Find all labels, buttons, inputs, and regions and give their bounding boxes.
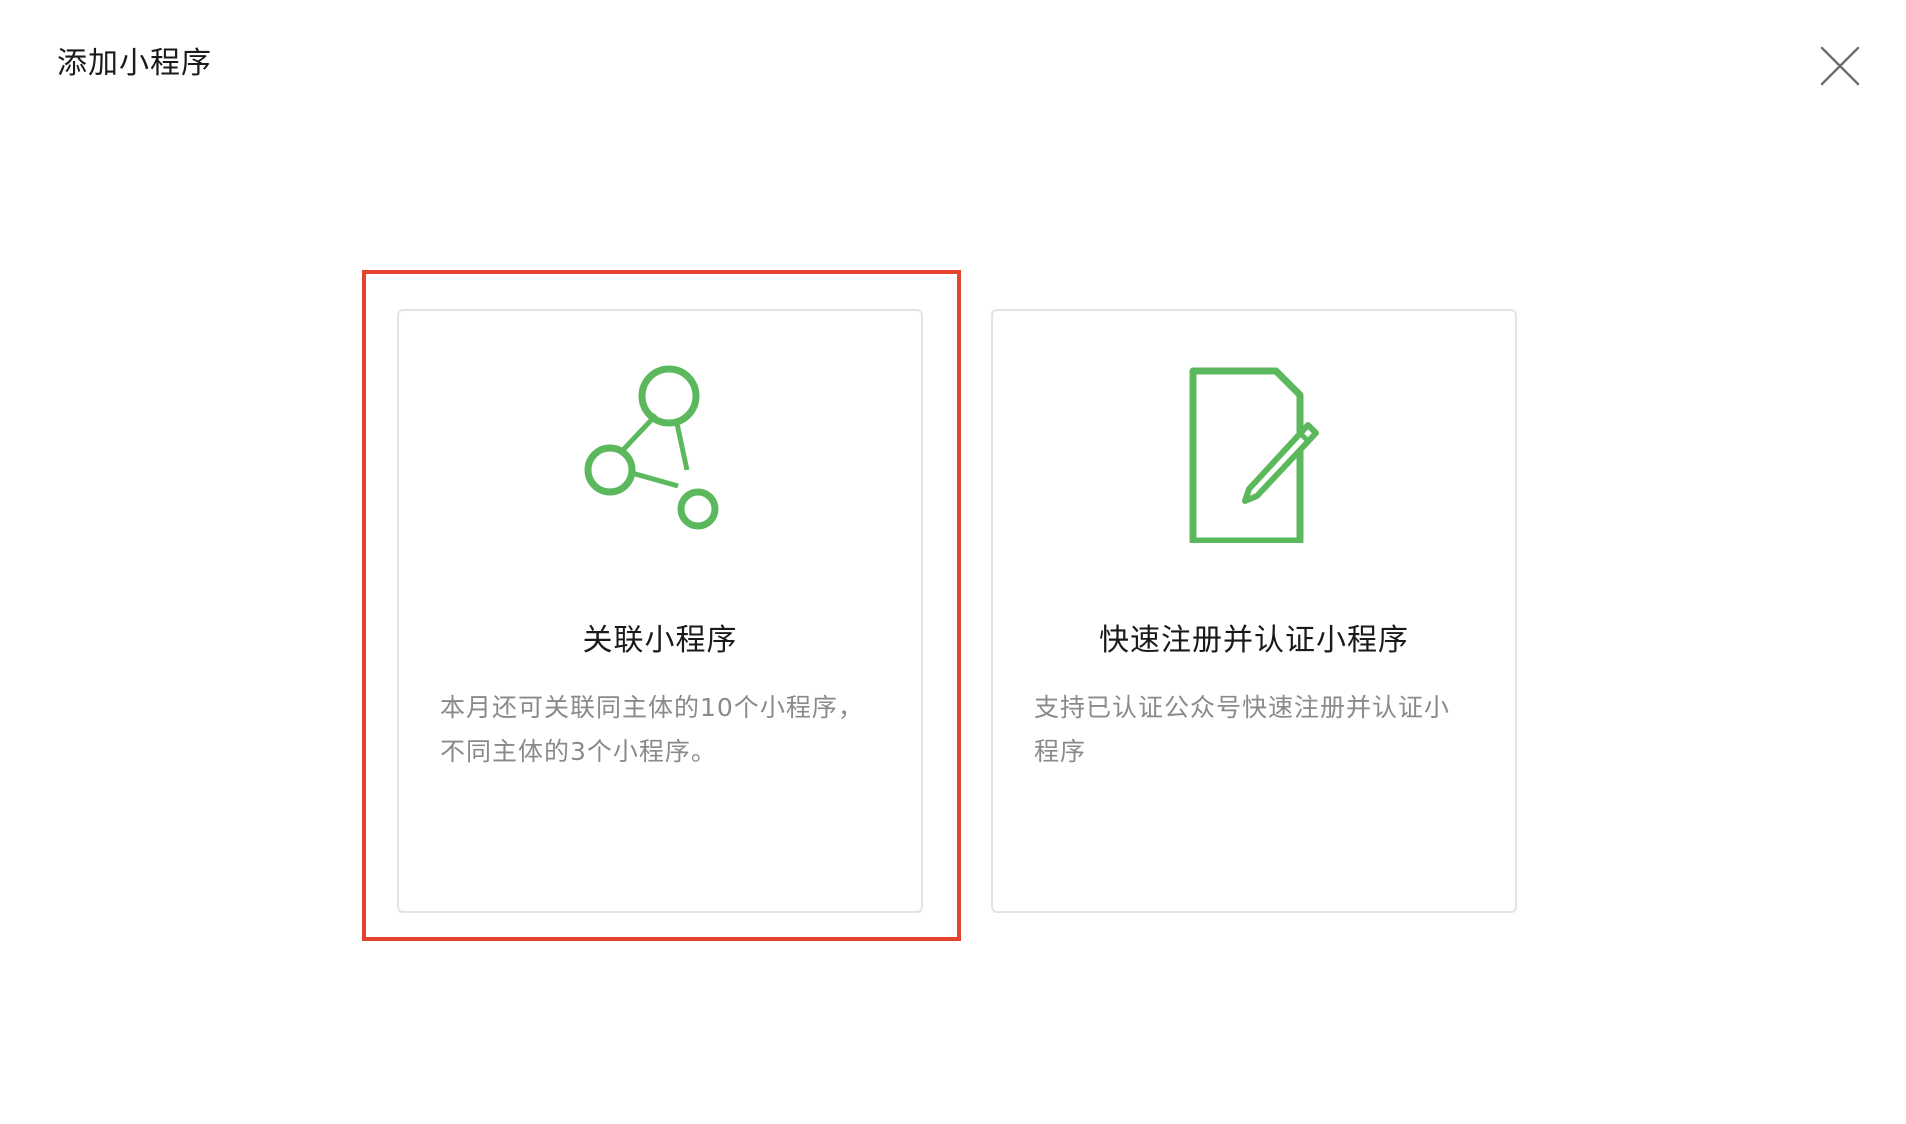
card-description: 支持已认证公众号快速注册并认证小程序 — [1034, 693, 1451, 766]
document-edit-icon — [1189, 367, 1319, 543]
quick-register-card[interactable]: 快速注册并认证小程序 支持已认证公众号快速注册并认证小程序 — [991, 309, 1517, 913]
dialog-title: 添加小程序 — [57, 46, 212, 81]
selection-highlight — [362, 270, 961, 941]
card-title: 快速注册并认证小程序 — [1099, 623, 1409, 658]
close-button[interactable] — [1818, 44, 1862, 88]
close-icon — [1820, 46, 1860, 86]
card-icon-container — [993, 363, 1515, 543]
